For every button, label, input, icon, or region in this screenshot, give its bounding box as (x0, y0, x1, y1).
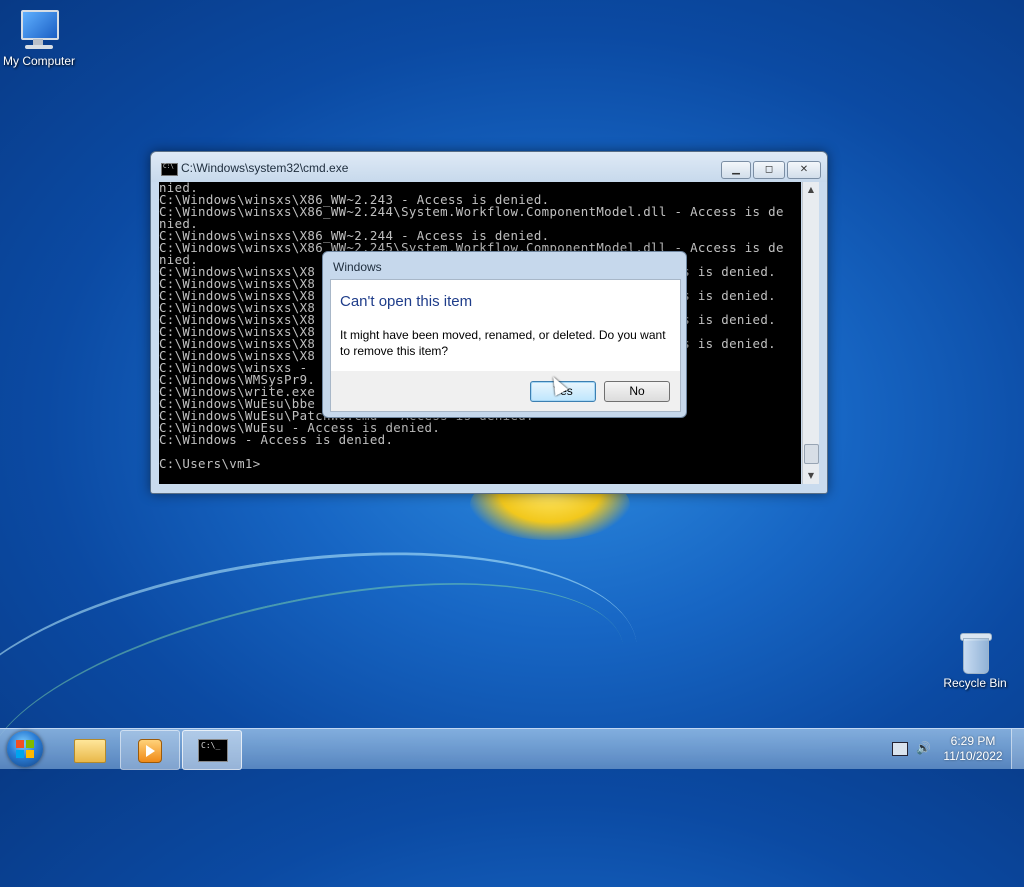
clock-time: 6:29 PM (950, 734, 996, 748)
cmd-icon (198, 739, 228, 762)
maximize-button[interactable]: ◻ (753, 161, 785, 179)
clock-date: 11/10/2022 (943, 749, 1003, 763)
close-button[interactable]: ✕ (787, 161, 821, 179)
maximize-icon: ◻ (764, 164, 774, 175)
console-line: C:\Windows\winsxs\X86_WW~2.244\System.Wo… (159, 204, 784, 219)
minimize-button[interactable]: ▁ (721, 161, 751, 179)
cmd-titlebar[interactable]: C:\Windows\system32\cmd.exe ▁ ◻ ✕ (151, 152, 827, 182)
clock[interactable]: 6:29 PM 11/10/2022 (936, 734, 1010, 764)
volume-icon[interactable]: 🔊 (916, 741, 931, 755)
folder-icon (74, 739, 106, 763)
dialog-message: It might have been moved, renamed, or de… (340, 328, 666, 358)
start-button[interactable] (7, 731, 43, 767)
scroll-down-icon[interactable]: ▼ (803, 468, 819, 484)
desktop-icon-label: Recycle Bin (943, 676, 1007, 690)
cmd-icon (161, 163, 178, 176)
media-player-icon (138, 739, 162, 763)
scroll-thumb[interactable] (804, 444, 819, 464)
dialog-heading: Can't open this item (340, 293, 473, 310)
recycle-bin-icon (953, 630, 997, 674)
window-title: C:\Windows\system32\cmd.exe (181, 161, 349, 175)
start-orb-icon (16, 740, 24, 748)
scroll-up-icon[interactable]: ▲ (803, 182, 819, 198)
dialog-footer: Yes No (330, 371, 681, 412)
network-icon[interactable] (892, 742, 908, 756)
taskbar: 🔊 6:29 PM 11/10/2022 (0, 728, 1024, 770)
system-tray: 🔊 6:29 PM 11/10/2022 (884, 729, 1024, 769)
taskbar-explorer-button[interactable] (59, 730, 117, 768)
desktop-icon-my-computer[interactable]: My Computer (0, 8, 84, 68)
desktop-icon-label: My Computer (2, 54, 76, 68)
cant-open-dialog[interactable]: Windows Can't open this item It might ha… (322, 251, 687, 418)
show-desktop-button[interactable] (1011, 729, 1024, 769)
dialog-content: Can't open this item It might have been … (330, 279, 681, 372)
dialog-title: Windows (333, 260, 382, 274)
taskbar-media-player-button[interactable] (120, 730, 180, 770)
minimize-icon: ▁ (732, 164, 740, 175)
vertical-scrollbar[interactable]: ▲ ▼ (802, 182, 819, 484)
close-icon: ✕ (799, 164, 809, 175)
computer-icon (17, 8, 61, 52)
no-button[interactable]: No (604, 381, 670, 402)
desktop-icon-recycle-bin[interactable]: Recycle Bin (930, 630, 1020, 690)
console-line: C:\Users\vm1> (159, 456, 261, 471)
console-line: C:\Windows - Access is denied. (159, 432, 394, 447)
taskbar-cmd-button[interactable] (182, 730, 242, 770)
